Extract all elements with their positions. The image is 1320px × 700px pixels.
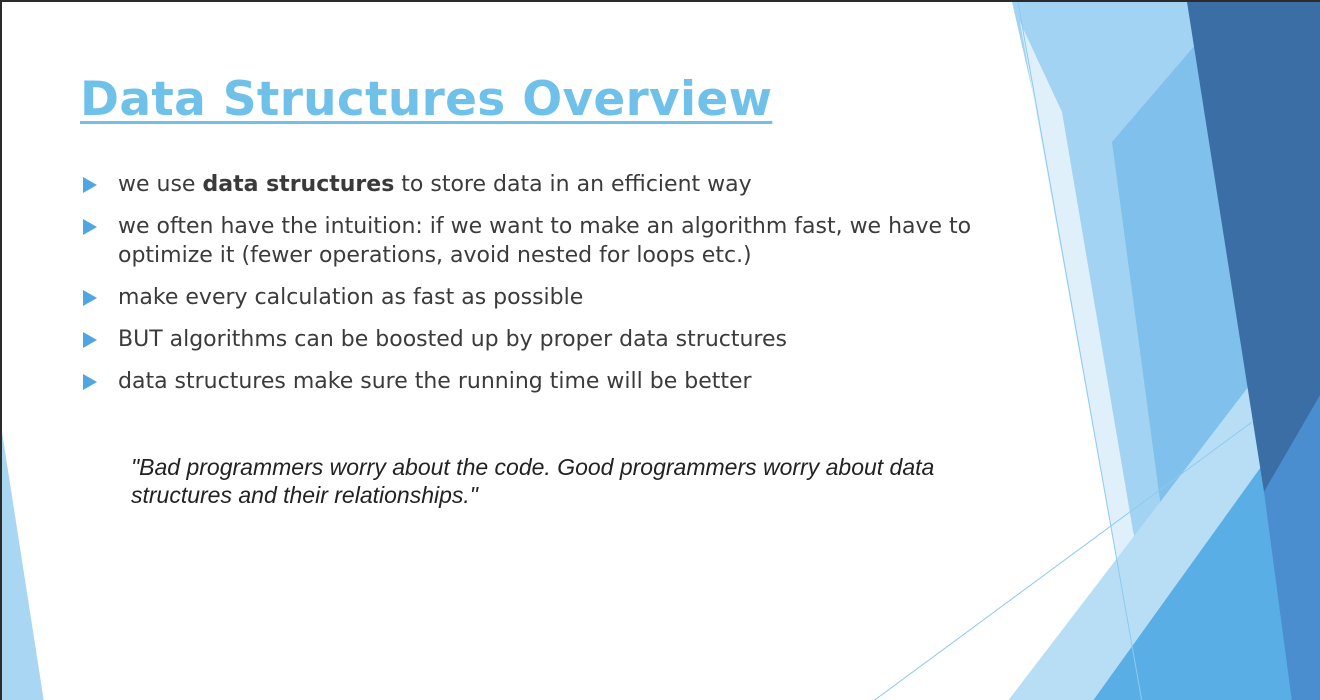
triangle-right-icon — [83, 290, 97, 306]
triangle-right-icon — [83, 219, 97, 235]
bullet-text: make every calculation as fast as possib… — [118, 285, 584, 310]
bullet-text-after: to store data in an efficient way — [394, 172, 752, 197]
bullet-item: data structures make sure the running ti… — [80, 367, 1010, 396]
bullet-item: we often have the intuition: if we want … — [80, 212, 1010, 270]
left-edge-shape — [2, 432, 44, 700]
bullet-text: we often have the intuition: if we want … — [118, 214, 972, 268]
triangle-right-icon — [83, 332, 97, 348]
quote-text: "Bad programmers worry about the code. G… — [131, 454, 935, 508]
triangle-right-icon — [83, 374, 97, 390]
bullet-item: BUT algorithms can be boosted up by prop… — [80, 325, 1010, 354]
bullet-text-bold: data structures — [202, 172, 395, 197]
slide-title: Data Structures Overview — [80, 72, 773, 127]
bullet-text: data structures make sure the running ti… — [118, 369, 752, 394]
bullet-item: we use data structures to store data in … — [80, 170, 1010, 199]
bullet-list: we use data structures to store data in … — [80, 170, 1010, 409]
bullet-text-before: we use — [118, 172, 203, 197]
bullet-item: make every calculation as fast as possib… — [80, 283, 1010, 312]
bullet-text: BUT algorithms can be boosted up by prop… — [118, 327, 787, 352]
triangle-right-icon — [83, 177, 97, 193]
slide: Data Structures Overview we use data str… — [0, 0, 1320, 700]
